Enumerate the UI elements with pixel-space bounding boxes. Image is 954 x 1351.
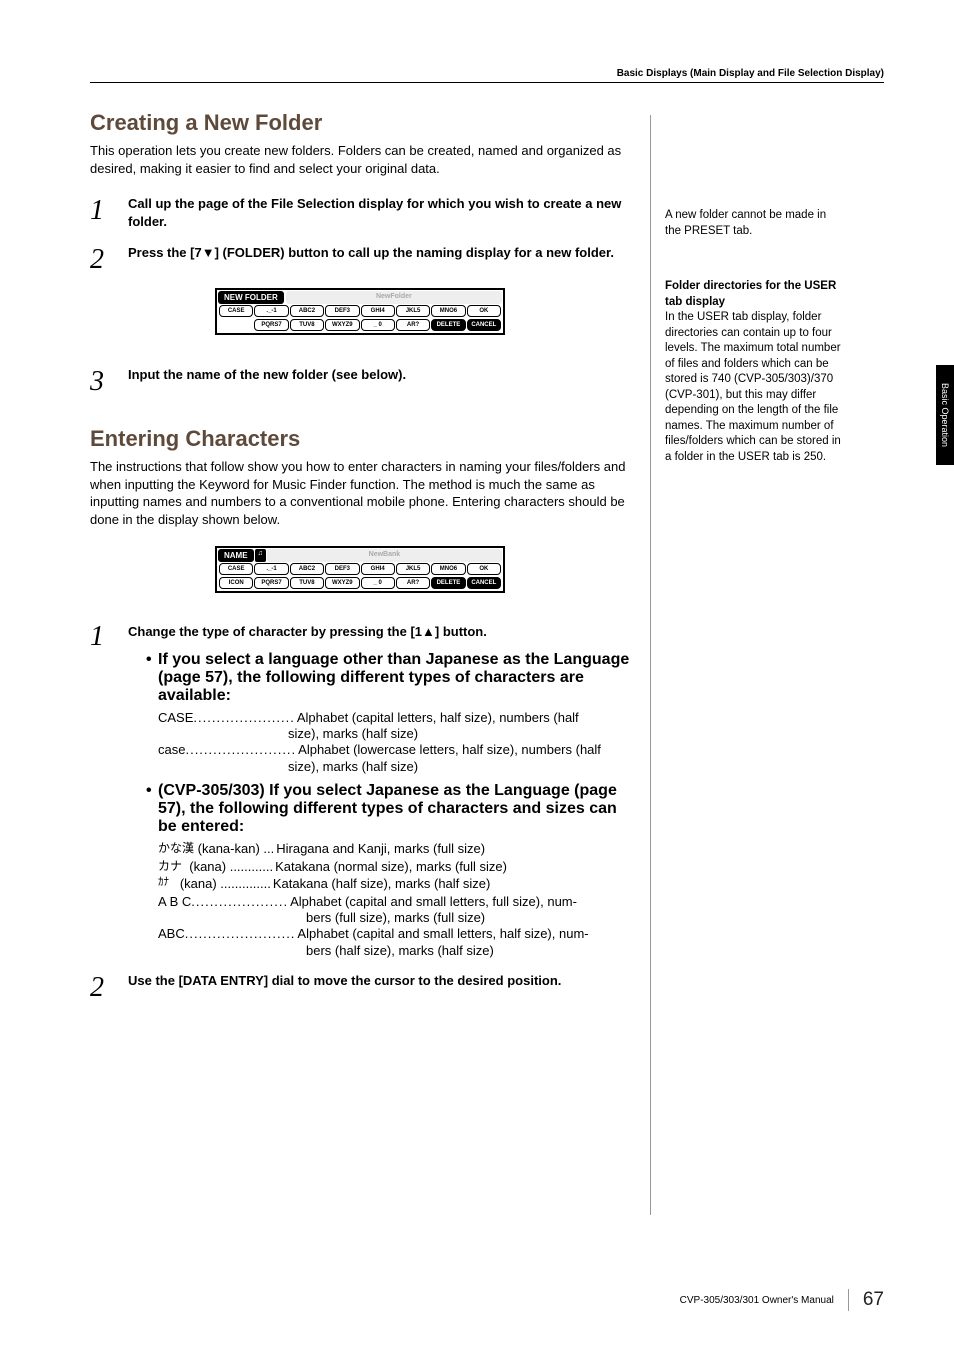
step-number: 2 — [90, 972, 128, 1002]
step-text: Change the type of character by pressing… — [128, 623, 630, 641]
display-tab: NAME — [218, 549, 254, 562]
keypad-key: WXYZ9 — [325, 319, 359, 331]
right-column: A new folder cannot be made in the PRESE… — [665, 208, 845, 465]
bullet-header: (CVP-305/303) If you select Japanese as … — [158, 782, 630, 836]
keypad-key: OK — [467, 563, 501, 575]
step-text: Press the [7▼] (FOLDER) button to call u… — [128, 244, 630, 274]
keypad-key: _ 0 — [361, 319, 395, 331]
display-screenshot-2: NAME ♫ NewBank CASE ._-1 ABC2 DEF3 GHI4 … — [90, 546, 630, 593]
sidebar-note-2: In the USER tab display, folder director… — [665, 310, 845, 465]
sidebar-title: Folder directories for the USER tab disp… — [665, 279, 845, 310]
keypad-key: TUV8 — [290, 319, 324, 331]
section-intro-entering: The instructions that follow show you ho… — [90, 458, 630, 528]
display-screenshot-1: NEW FOLDER NewFolder CASE ._-1 ABC2 DEF3… — [90, 288, 630, 336]
keypad-key: CASE — [219, 563, 253, 575]
step-3: 3 Input the name of the new folder (see … — [90, 366, 630, 396]
def-cont: bers (full size), marks (full size) — [158, 910, 630, 925]
def-item: A B C..................... Alphabet (cap… — [158, 893, 630, 911]
def-cont: size), marks (half size) — [158, 759, 630, 774]
display-field: NewBank — [267, 549, 502, 562]
step-2: 2 Press the [7▼] (FOLDER) button to call… — [90, 244, 630, 274]
footer-text: CVP-305/303/301 Owner's Manual — [680, 1295, 834, 1306]
keypad-key: AR? — [396, 319, 430, 331]
keypad-key: AR? — [396, 577, 430, 589]
sidebar-note-1: A new folder cannot be made in the PRESE… — [665, 208, 845, 239]
bullet-mark: • — [146, 651, 158, 705]
keypad-key: PQRS7 — [254, 319, 288, 331]
column-divider — [650, 115, 651, 1215]
def-item: かな漢 (kana-kan) ... Hiragana and Kanji, m… — [158, 840, 630, 858]
def-item: CASE...................... Alphabet (cap… — [158, 709, 630, 727]
keypad-key: MNO6 — [431, 563, 465, 575]
def-cont: bers (half size), marks (half size) — [158, 943, 630, 958]
header-breadcrumb: Basic Displays (Main Display and File Se… — [617, 68, 884, 79]
def-cont: size), marks (half size) — [158, 726, 630, 741]
keypad-key: DEF3 — [325, 563, 359, 575]
section-title-entering: Entering Characters — [90, 426, 630, 452]
keypad-key: DELETE — [431, 319, 465, 331]
keypad-key: CASE — [219, 305, 253, 317]
header-rule — [90, 82, 884, 83]
side-tab: Basic Operation — [936, 365, 954, 465]
keypad-key: WXYZ9 — [325, 577, 359, 589]
entering-step-2: 2 Use the [DATA ENTRY] dial to move the … — [90, 972, 630, 1002]
keypad-key: GHI4 — [361, 563, 395, 575]
step-text: Call up the page of the File Selection d… — [128, 195, 630, 230]
bullet-header: If you select a language other than Japa… — [158, 651, 630, 705]
keypad-key: JKL5 — [396, 563, 430, 575]
display-icon: ♫ — [255, 549, 266, 562]
keypad-key: DELETE — [431, 577, 465, 589]
keypad-key: ABC2 — [290, 305, 324, 317]
main-content: Creating a New Folder This operation let… — [90, 110, 630, 1016]
section-title-creating: Creating a New Folder — [90, 110, 630, 136]
keypad-key: JKL5 — [396, 305, 430, 317]
step-number: 2 — [90, 244, 128, 274]
keypad-key: _ 0 — [361, 577, 395, 589]
step-number: 1 — [90, 195, 128, 230]
display-tab: NEW FOLDER — [218, 291, 284, 304]
keypad-key: ABC2 — [290, 563, 324, 575]
step-1: 1 Call up the page of the File Selection… — [90, 195, 630, 230]
entering-step-1: 1 Change the type of character by pressi… — [90, 623, 630, 957]
footer: CVP-305/303/301 Owner's Manual 67 — [70, 1289, 884, 1311]
keypad-key: PQRS7 — [254, 577, 288, 589]
page-number: 67 — [848, 1289, 884, 1311]
keypad-key: MNO6 — [431, 305, 465, 317]
keypad-key: OK — [467, 305, 501, 317]
keypad-key: GHI4 — [361, 305, 395, 317]
section-intro-creating: This operation lets you create new folde… — [90, 142, 630, 177]
keypad-key: CANCEL — [467, 319, 501, 331]
step-text: Use the [DATA ENTRY] dial to move the cu… — [128, 972, 630, 1002]
step-text: Input the name of the new folder (see be… — [128, 366, 630, 396]
step-number: 3 — [90, 366, 128, 396]
def-item: case........................ Alphabet (l… — [158, 741, 630, 759]
display-field: NewFolder — [286, 291, 502, 304]
bullet-mark: • — [146, 782, 158, 836]
keypad-key: DEF3 — [325, 305, 359, 317]
keypad-key: TUV8 — [290, 577, 324, 589]
step-number: 1 — [90, 623, 128, 957]
keypad-key: ._-1 — [254, 305, 288, 317]
keypad-key: ._-1 — [254, 563, 288, 575]
keypad-key: ICON — [219, 577, 253, 589]
def-item: ｶﾅ (kana) .............. Katakana (half … — [158, 875, 630, 893]
def-item: カナ (kana) ............ Katakana (normal … — [158, 858, 630, 876]
def-item: ABC........................ Alphabet (ca… — [158, 925, 630, 943]
keypad-key: CANCEL — [467, 577, 501, 589]
